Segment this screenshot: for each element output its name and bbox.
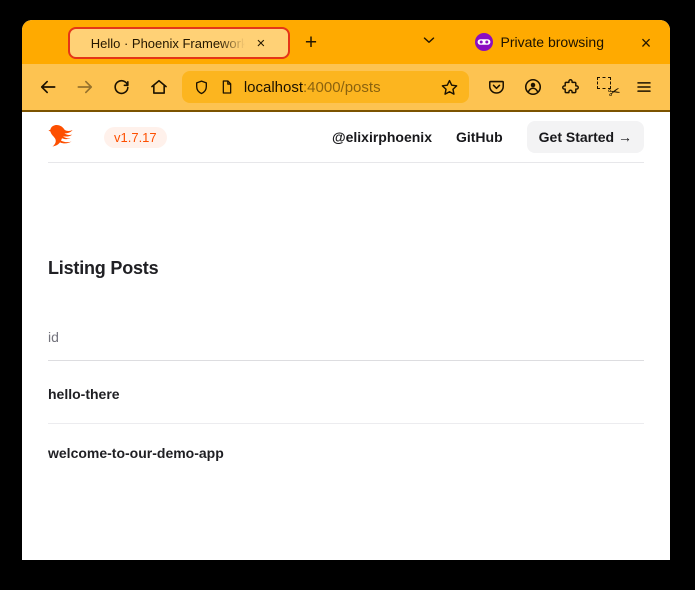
page-title: Listing Posts — [48, 257, 644, 279]
page-info-icon[interactable] — [219, 79, 235, 95]
url-text: localhost:4000/posts — [244, 79, 434, 96]
scissors-glyph: ✂ — [605, 82, 622, 103]
hamburger-menu-icon — [635, 78, 653, 96]
account-icon — [523, 77, 543, 97]
tracking-protection-shield-icon[interactable] — [193, 79, 210, 96]
browser-window: Hello · Phoenix Framework × + — [22, 20, 670, 560]
url-host: localhost — [244, 79, 303, 96]
chevron-down-icon — [420, 31, 438, 55]
extensions-button[interactable] — [556, 71, 584, 103]
site-header: v1.7.17 @elixirphoenix GitHub Get Starte… — [48, 112, 644, 163]
new-tab-button[interactable]: + — [295, 27, 327, 59]
forward-button[interactable] — [71, 71, 99, 103]
url-bar[interactable]: localhost:4000/posts — [182, 71, 469, 103]
list-tabs-button[interactable] — [413, 27, 445, 59]
reload-button[interactable] — [108, 71, 136, 103]
browser-tab[interactable]: Hello · Phoenix Framework × — [68, 27, 290, 59]
posts-table: id hello-there welcome-to-our-demo-app — [48, 330, 644, 482]
screenshot-button[interactable]: ✂ — [593, 71, 621, 103]
menu-button[interactable] — [630, 71, 658, 103]
table-row[interactable]: hello-there — [48, 361, 644, 424]
bookmark-star-icon[interactable] — [440, 78, 459, 97]
account-button[interactable] — [519, 71, 547, 103]
puzzle-piece-icon — [561, 78, 580, 97]
phoenix-logo-icon — [48, 122, 88, 152]
get-started-button[interactable]: Get Started → — [527, 121, 644, 153]
reload-icon — [112, 78, 131, 97]
navigation-toolbar: localhost:4000/posts — [22, 64, 670, 112]
home-icon — [149, 77, 169, 97]
private-mask-icon — [474, 32, 494, 52]
tab-close-button[interactable]: × — [255, 35, 268, 52]
url-path: :4000/posts — [303, 79, 381, 96]
header-nav: @elixirphoenix GitHub Get Started → — [332, 121, 644, 153]
forward-arrow-icon — [75, 77, 95, 97]
pocket-icon — [487, 78, 506, 97]
private-browsing-indicator: Private browsing — [474, 20, 605, 64]
back-arrow-icon — [38, 77, 58, 97]
github-link[interactable]: GitHub — [456, 129, 503, 145]
private-browsing-label: Private browsing — [501, 34, 605, 50]
table-column-header-id: id — [48, 330, 644, 361]
tab-title: Hello · Phoenix Framework — [91, 36, 248, 51]
screenshot-scissors-icon: ✂ — [596, 77, 618, 97]
back-button[interactable] — [34, 71, 62, 103]
version-badge: v1.7.17 — [104, 127, 167, 148]
web-page-content: v1.7.17 @elixirphoenix GitHub Get Starte… — [22, 112, 670, 560]
screen: Hello · Phoenix Framework × + — [0, 0, 695, 590]
home-button[interactable] — [145, 71, 173, 103]
table-row[interactable]: welcome-to-our-demo-app — [48, 424, 644, 482]
pocket-button[interactable] — [482, 71, 510, 103]
window-close-button[interactable]: × — [630, 27, 662, 59]
titlebar: Hello · Phoenix Framework × + — [22, 20, 670, 64]
elixirphoenix-link[interactable]: @elixirphoenix — [332, 129, 432, 145]
